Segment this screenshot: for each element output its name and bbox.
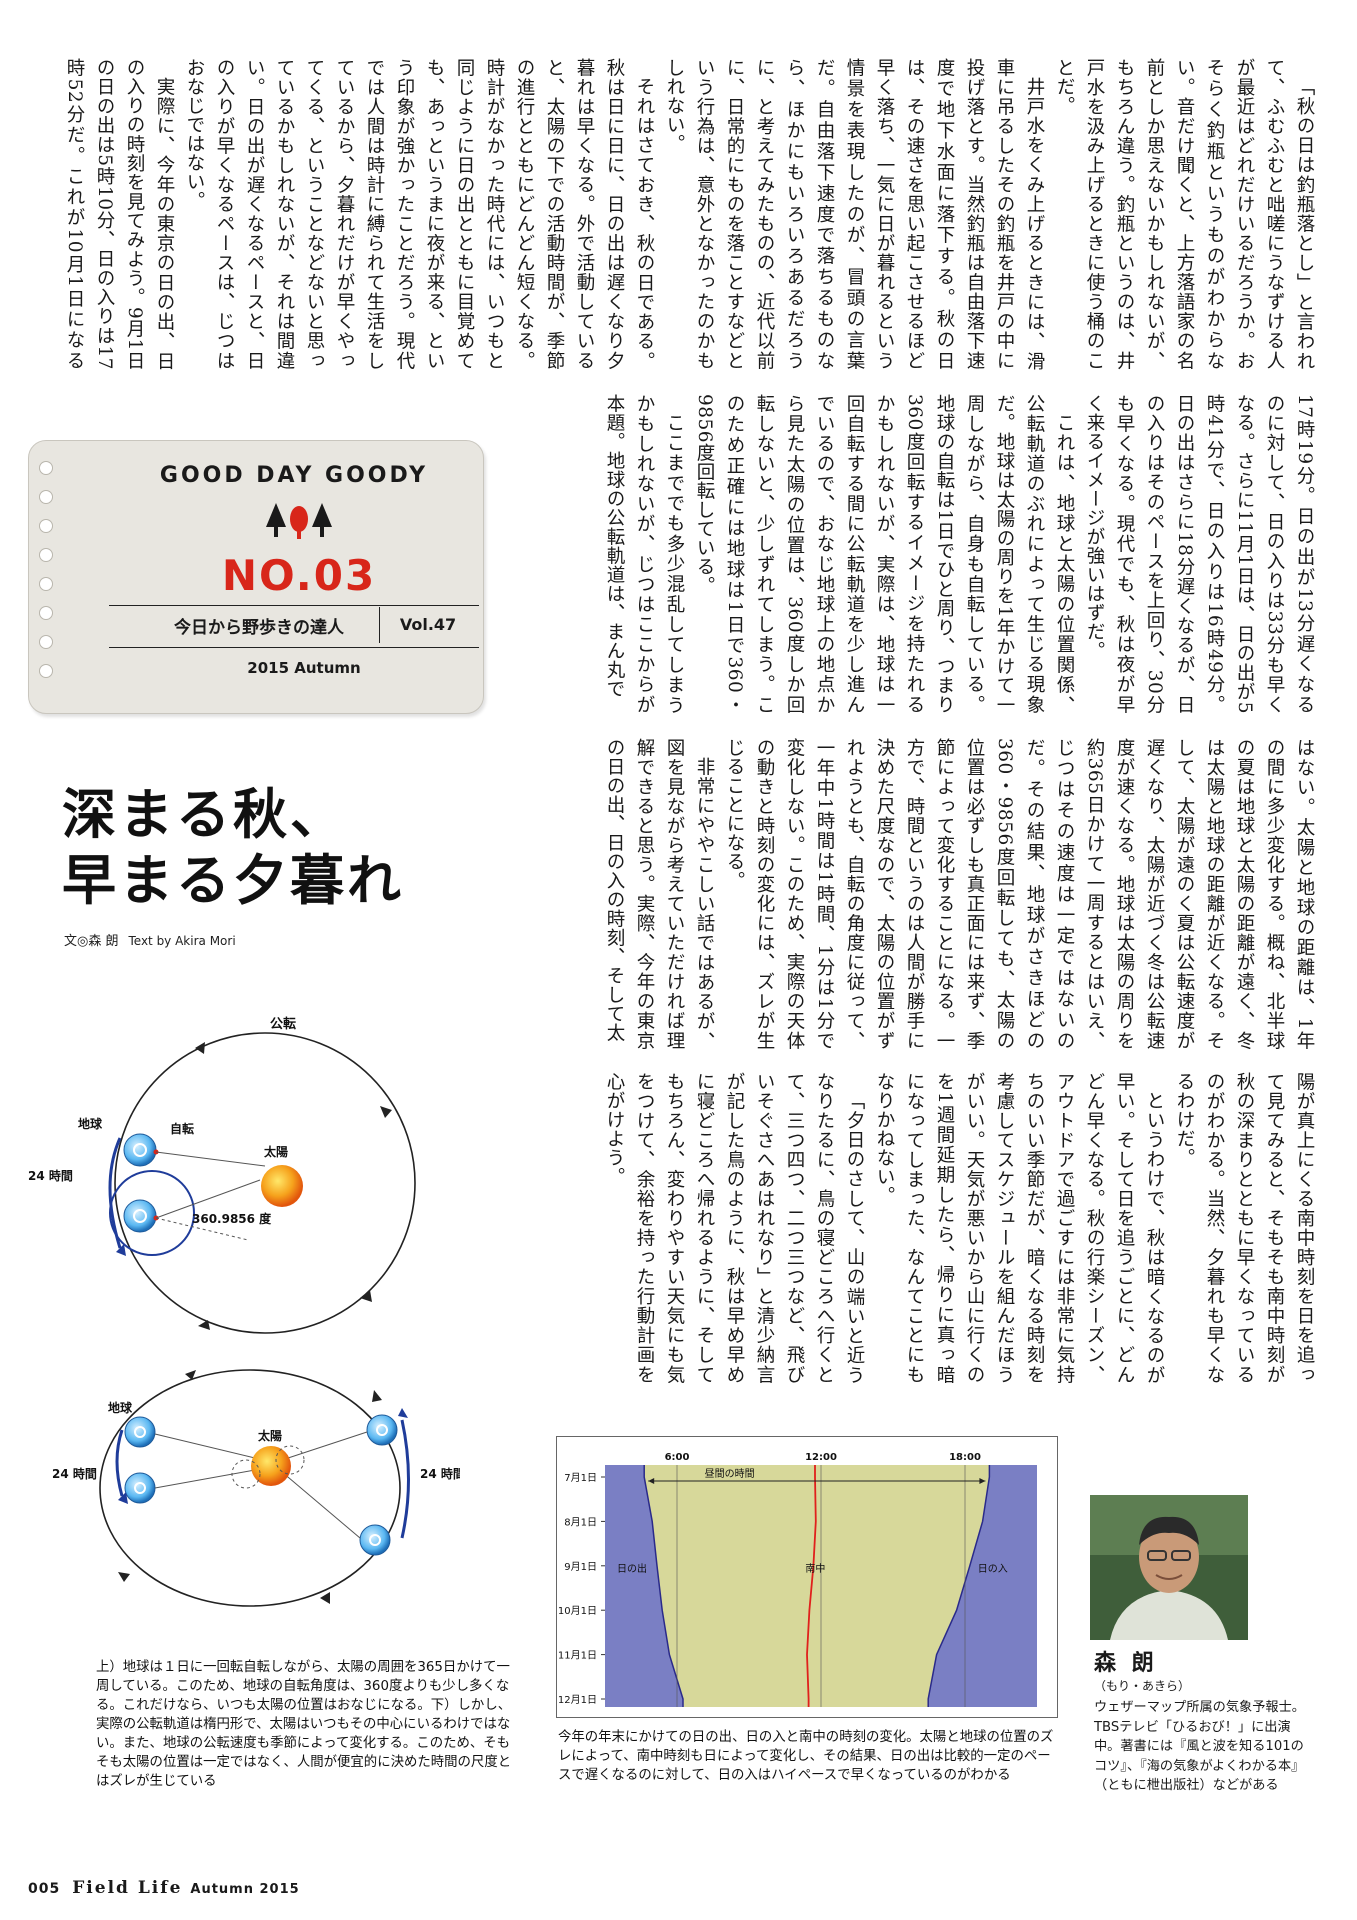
y-tick-label: 12月1日	[558, 1694, 597, 1706]
series-label: 南中	[805, 1562, 825, 1575]
label-rotation: 自転	[170, 1121, 194, 1136]
badge-number: NO.03	[221, 551, 377, 600]
daytime-area-top	[644, 1465, 990, 1477]
badge-holes	[39, 461, 53, 693]
issue-name: Autumn 2015	[190, 1882, 300, 1897]
series-badge: GOOD DAY GOODY NO.03 今日から野歩きの達人 Vol.47 2…	[28, 440, 484, 714]
y-tick-label: 10月1日	[558, 1605, 597, 1617]
article-paragraph: 非常にややこしい話ではあるが、図を見ながら考えていただければ理解できると思う。実…	[604, 738, 715, 1050]
article-column-1: 「秋の日は釣瓶落とし」と言われて、ふむふむと咄嗟にうなずける人が最近はどれだけい…	[55, 58, 1319, 370]
byline-ja: 文◎森 朗	[64, 934, 119, 949]
orbit-arrow	[198, 1320, 210, 1330]
label-earth: 地球	[108, 1400, 133, 1415]
label-sun: 太陽	[258, 1428, 282, 1443]
x-tick-label: 18:00	[949, 1452, 981, 1463]
diagram-caption: 上）地球は１日に一回転自転しながら、太陽の周囲を365日かけて一周している。この…	[96, 1660, 512, 1789]
badge-divider-vertical	[379, 607, 380, 643]
article-paragraph: というわけで、秋は暗くなるのが早い。そして日を追うごとに、どんどん早くなる。秋の…	[874, 1072, 1165, 1384]
article-paragraph: これは、地球と太陽の位置関係、公転軌道のぶれによって生じる現象だ。地球は太陽の周…	[694, 394, 1075, 714]
trees-icon	[266, 503, 332, 539]
y-tick-label: 8月1日	[564, 1516, 597, 1528]
title-line-1: 深まる秋、	[62, 783, 347, 846]
y-tick-label: 11月1日	[558, 1650, 597, 1662]
author-photo	[1090, 1495, 1248, 1640]
earth-1	[123, 1133, 157, 1167]
title-line-2: 早まる夕暮れ	[62, 849, 404, 912]
sun	[261, 1165, 303, 1207]
badge-volume: Vol.47	[399, 615, 457, 634]
page-footer: 005 Field Life Autumn 2015	[28, 1878, 300, 1898]
sun-time-chart: 7月1日 8月1日 9月1日 10月1日 11月1日 12月1日 6:00 12:00 18:0…	[556, 1436, 1058, 1718]
label-24h: 24 時間	[28, 1168, 73, 1183]
badge-brand: GOOD DAY GOODY	[159, 463, 429, 488]
article-column-2: 17時19分。日の出が13分遅くなるのに対して、日の入りは33分も早くなる。さら…	[552, 394, 1319, 714]
label-24h-left: 24 時間	[52, 1466, 97, 1481]
article-paragraph: 実際に、今年の東京の日の出、日の入りの時刻を見てみよう。9月1日の日の出は5時1…	[64, 58, 175, 370]
badge-divider-top	[109, 605, 479, 606]
author-bio: ウェザーマップ所属の気象予報士。TBSテレビ「ひるおび！」に出演中。著書には『風…	[1094, 1700, 1305, 1793]
earth-2	[123, 1199, 157, 1233]
article-column-4: 陽が真上にくる南中時刻を日を追って見てみると、そもそも南中時刻が秋の深まりととも…	[552, 1072, 1319, 1384]
badge-season: 2015 Autumn	[247, 659, 361, 677]
article-paragraph: 17時19分。日の出が13分遅くなるのに対して、日の入りは33分も早くなる。さら…	[1084, 394, 1315, 714]
x-tick-label: 6:00	[665, 1452, 690, 1463]
orbit-diagram: 公転 地球 自転 太陽 24 時間 360.9856 度	[28, 1016, 416, 1334]
page-number: 005	[28, 1881, 61, 1897]
badge-divider-bottom	[109, 647, 479, 648]
byline-en: Text by Akira Mori	[128, 934, 236, 948]
article-paragraph: 井戸水をくみ上げるときには、滑車に吊るしたその釣瓶を井戸の中に投げ落とす。当然釣…	[664, 58, 1045, 370]
magazine-name: Field Life	[72, 1878, 183, 1898]
series-label: 日の入	[978, 1564, 1008, 1575]
label-orbit: 公転	[270, 1016, 296, 1032]
article-paragraph: それはさておき、秋の日である。秋は日に日に、日の出は遅くなり夕暮れは早くなる。外…	[184, 58, 655, 370]
label-earth: 地球	[78, 1116, 103, 1131]
label-24h-right: 24 時間	[420, 1466, 460, 1481]
y-tick-label: 9月1日	[564, 1561, 597, 1573]
article-paragraph: はない。太陽と地球の距離は、1年の間に多少変化する。概ね、北半球の夏は地球と太陽…	[724, 738, 1315, 1050]
article-column-3: はない。太陽と地球の距離は、1年の間に多少変化する。概ね、北半球の夏は地球と太陽…	[552, 738, 1319, 1050]
ellipse-orbit-diagram: 地球 太陽 24 時間 24 時間	[52, 1369, 460, 1607]
page-title: 深まる秋、 早まる夕暮れ	[62, 782, 404, 914]
orbit-arrow	[380, 1106, 392, 1118]
orbit-arrow	[360, 1290, 372, 1302]
byline: 文◎森 朗 Text by Akira Mori	[64, 930, 236, 949]
daytime-area-bottom	[683, 1699, 929, 1707]
label-degree: 360.9856 度	[192, 1211, 272, 1226]
span-label: 昼間の時間	[705, 1468, 755, 1480]
author-kana: （もり・あきら）	[1094, 1679, 1191, 1693]
y-tick-label: 7月1日	[564, 1472, 597, 1484]
badge-series-title: 今日から野歩きの達人	[174, 618, 344, 638]
chart-caption: 今年の年末にかけての日の出、日の入と南中の時刻の変化。太陽と地球の位置のズレによ…	[558, 1730, 1054, 1783]
orbit-arrow	[195, 1042, 205, 1054]
article-paragraph: ここまででも多少混乱してしまうかもしれないが、じつはここからが本題。地球の公転軌…	[604, 394, 685, 714]
author-name: 森 朗	[1094, 1651, 1158, 1676]
series-label: 日の出	[617, 1562, 647, 1575]
article-paragraph: 「夕日のさして、山の端いと近うなりたるに、鳥の寝どころへ行くとて、三つ四つ、二つ…	[604, 1072, 865, 1384]
article-paragraph: 陽が真上にくる南中時刻を日を追って見てみると、そもそも南中時刻が秋の深まりととも…	[1174, 1072, 1315, 1384]
label-sun: 太陽	[264, 1144, 288, 1159]
x-tick-label: 12:00	[805, 1452, 837, 1463]
article-paragraph: 「秋の日は釣瓶落とし」と言われて、ふむふむと咄嗟にうなずける人が最近はどれだけい…	[1054, 58, 1315, 370]
